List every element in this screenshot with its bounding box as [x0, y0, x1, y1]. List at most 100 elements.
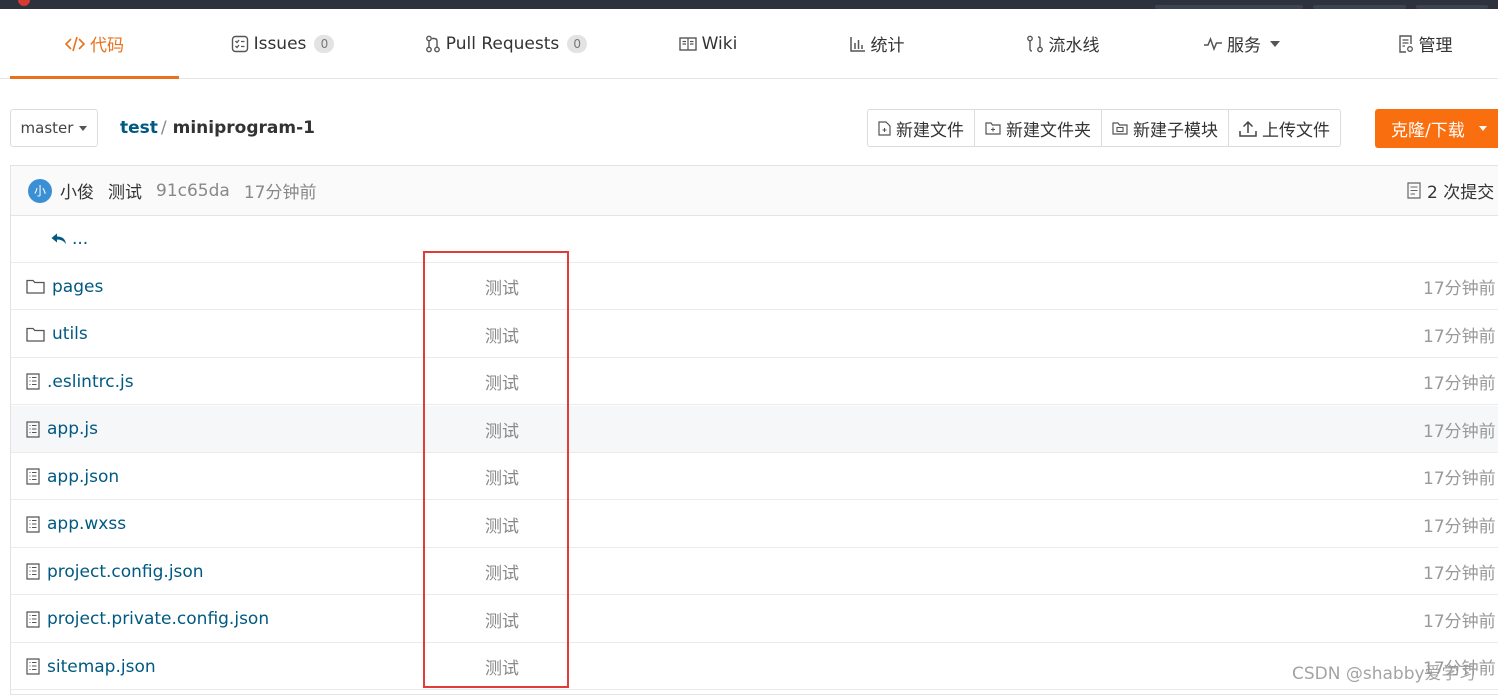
file-commit-message[interactable]: 测试 — [485, 311, 519, 358]
tab-label: Issues — [253, 33, 307, 54]
file-link[interactable]: project.config.json — [26, 548, 204, 595]
file-commit-message[interactable]: 测试 — [485, 548, 519, 595]
file-icon — [26, 515, 40, 533]
file-commit-time: 17分钟前 — [1423, 469, 1496, 489]
tab-stats[interactable]: 统计 — [838, 9, 916, 78]
commit-sha[interactable]: 91c65da — [156, 181, 230, 201]
file-commit-message[interactable]: 测试 — [485, 263, 519, 310]
file-icon — [26, 468, 40, 485]
code-icon — [65, 36, 85, 52]
settings-doc-icon — [1398, 34, 1414, 53]
tab-label: 统计 — [870, 36, 905, 56]
tab-label: Pull Requests — [445, 33, 560, 54]
commit-author[interactable]: 小俊 — [60, 178, 94, 203]
logo-icon[interactable] — [18, 0, 30, 6]
issues-count-badge: 0 — [314, 34, 335, 53]
file-link[interactable]: app.json — [26, 453, 119, 500]
file-name: pages — [52, 276, 104, 297]
file-name: app.json — [47, 466, 120, 487]
clone-download-label: 克隆/下载 — [1391, 121, 1465, 141]
folder-icon — [26, 327, 45, 342]
branch-selector[interactable]: master — [10, 109, 98, 147]
table-row: pages 测试 17分钟前 — [11, 263, 1498, 310]
file-commit-message[interactable]: 测试 — [485, 406, 519, 453]
file-commit-time: 17分钟前 — [1423, 564, 1496, 584]
issues-icon — [231, 35, 249, 53]
tab-label: 代码 — [90, 36, 124, 56]
file-link[interactable]: project.private.config.json — [26, 596, 269, 643]
tab-issues[interactable]: Issues 0 — [225, 9, 340, 78]
file-icon — [26, 373, 40, 390]
tab-label: 流水线 — [1048, 36, 1100, 56]
file-link[interactable]: sitemap.json — [26, 643, 156, 690]
tab-code[interactable]: 代码 — [10, 9, 179, 79]
table-row: utils 测试 17分钟前 — [11, 311, 1498, 358]
breadcrumb-repo[interactable]: miniprogram-1 — [173, 118, 315, 138]
file-icon — [26, 420, 40, 438]
new-file-button[interactable]: 新建文件 — [868, 110, 975, 146]
file-icon — [26, 563, 40, 580]
commits-icon — [1407, 182, 1421, 199]
tab-manage[interactable]: 管理 — [1385, 9, 1465, 78]
commit-message[interactable]: 测试 — [108, 178, 142, 203]
tab-services[interactable]: 服务 — [1190, 9, 1294, 78]
folder-link[interactable]: pages — [26, 263, 103, 310]
pulse-icon — [1204, 36, 1222, 51]
submodule-icon — [1112, 121, 1128, 135]
file-commit-message[interactable]: 测试 — [485, 643, 519, 690]
file-list-panel: 小 小俊 测试 91c65da 17分钟前 2 次提交 ... pages 测试 1… — [10, 165, 1498, 695]
parent-directory-link[interactable]: ... — [51, 215, 88, 263]
file-name: project.private.config.json — [47, 609, 270, 629]
chevron-down-icon — [79, 125, 88, 131]
file-name: utils — [52, 324, 88, 344]
new-submodule-label: 新建子模块 — [1133, 120, 1218, 141]
commit-count-link[interactable]: 2 次提交 — [1407, 166, 1494, 215]
top-navbar — [0, 0, 1498, 9]
file-commit-message[interactable]: 测试 — [485, 358, 519, 405]
table-row: app.js 测试 17分钟前 — [11, 405, 1498, 453]
repo-tabs: 代码 Issues 0 Pull Requests 0 Wiki 统计 流水线 — [0, 9, 1498, 79]
tab-wiki[interactable]: Wiki — [668, 9, 748, 78]
new-file-icon — [878, 120, 891, 136]
file-commit-message[interactable]: 测试 — [485, 453, 519, 500]
file-commit-time: 17分钟前 — [1423, 279, 1496, 299]
file-name: .eslintrc.js — [47, 371, 134, 392]
breadcrumb: test / miniprogram-1 — [120, 118, 315, 138]
table-row: project.private.config.json 测试 17分钟前 — [11, 596, 1498, 643]
breadcrumb-owner[interactable]: test — [120, 118, 158, 138]
watermark: CSDN @shabby爱学习 — [1292, 664, 1476, 684]
upload-file-button[interactable]: 上传文件 — [1229, 110, 1340, 146]
tab-label: 服务 — [1227, 36, 1261, 56]
table-row: app.wxss 测试 17分钟前 — [11, 501, 1498, 548]
file-name: project.config.json — [47, 561, 204, 582]
pr-count-badge: 0 — [567, 34, 588, 53]
book-icon — [678, 36, 697, 51]
new-folder-label: 新建文件夹 — [1006, 120, 1091, 141]
table-row: sitemap.json 测试 17分钟前 — [11, 643, 1498, 690]
avatar[interactable]: 小 — [28, 178, 52, 203]
new-folder-button[interactable]: 新建文件夹 — [975, 110, 1102, 146]
tab-label: Wiki — [701, 33, 738, 54]
new-folder-icon — [985, 121, 1001, 135]
new-submodule-button[interactable]: 新建子模块 — [1102, 110, 1229, 146]
file-actions-group: 新建文件 新建文件夹 新建子模块 上传文件 — [867, 109, 1341, 147]
parent-directory-row: ... — [11, 215, 1498, 263]
folder-link[interactable]: utils — [26, 311, 88, 358]
pipeline-icon — [1026, 35, 1044, 53]
clone-download-button[interactable]: 克隆/下载 — [1375, 109, 1498, 148]
upload-file-label: 上传文件 — [1262, 120, 1330, 141]
reply-arrow-icon — [51, 233, 66, 244]
file-commit-message[interactable]: 测试 — [485, 596, 519, 643]
tab-pipeline[interactable]: 流水线 — [1005, 9, 1120, 78]
file-link[interactable]: .eslintrc.js — [26, 358, 134, 405]
file-commit-message[interactable]: 测试 — [485, 501, 519, 548]
file-commit-time: 17分钟前 — [1423, 326, 1496, 347]
parent-directory-label: ... — [72, 229, 89, 249]
table-row: app.json 测试 17分钟前 — [11, 453, 1498, 500]
breadcrumb-separator: / — [160, 118, 167, 138]
file-icon — [26, 658, 40, 675]
file-link[interactable]: app.wxss — [26, 501, 126, 548]
tab-pull-requests[interactable]: Pull Requests 0 — [420, 9, 592, 78]
file-link[interactable]: app.js — [26, 406, 98, 453]
pull-request-icon — [425, 35, 441, 53]
